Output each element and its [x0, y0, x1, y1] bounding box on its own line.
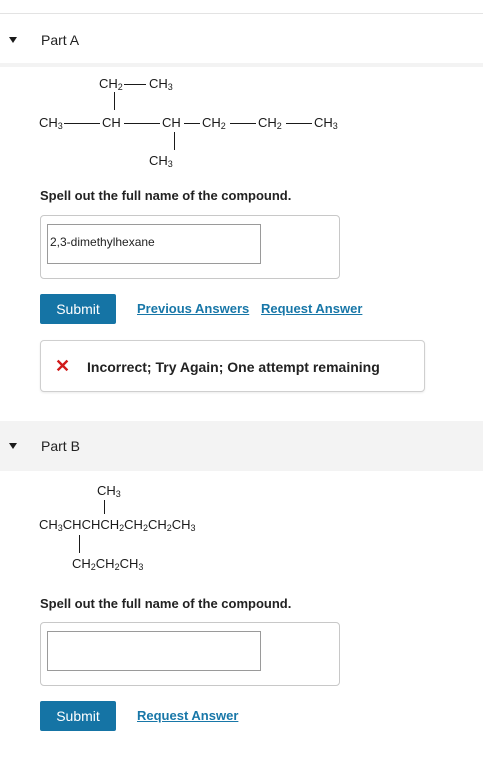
main-chain: CH3CHCHCH2CH2CH2CH3 — [39, 517, 196, 533]
part-b-request-answer-link[interactable]: Request Answer — [137, 708, 238, 723]
bond — [286, 123, 312, 124]
part-b-answer-input[interactable] — [47, 631, 261, 671]
substituent-methyl: CH3 — [149, 153, 173, 169]
chain-ch2-2: CH2 — [258, 115, 282, 131]
previous-answers-link[interactable]: Previous Answers — [137, 301, 249, 316]
bond — [124, 84, 146, 85]
chain-ch-2: CH — [162, 115, 181, 130]
bond — [230, 123, 256, 124]
part-a-answer-input[interactable]: 2,3-dimethylhexane — [47, 224, 261, 264]
chain-ch-1: CH — [102, 115, 121, 130]
part-a-request-answer-link[interactable]: Request Answer — [261, 301, 362, 316]
part-a-header[interactable]: Part A — [0, 14, 483, 64]
substituent-methyl: CH3 — [97, 483, 121, 499]
x-icon: ✕ — [55, 356, 71, 376]
substituent-ethyl: CH2 — [99, 76, 123, 92]
caret-down-icon[interactable] — [9, 443, 17, 449]
bond — [104, 500, 105, 514]
bond — [124, 123, 160, 124]
caret-down-icon[interactable] — [9, 37, 17, 43]
substituent-propyl: CH2CH2CH3 — [72, 556, 144, 572]
part-b-title: Part B — [41, 438, 80, 454]
part-a-title: Part A — [41, 32, 80, 48]
bond — [184, 123, 200, 124]
chain-ch3-end: CH3 — [314, 115, 338, 131]
part-b-prompt: Spell out the full name of the compound. — [40, 596, 292, 611]
part-a-prompt: Spell out the full name of the compound. — [40, 188, 292, 203]
chain-ch2-1: CH2 — [202, 115, 226, 131]
bond — [114, 92, 115, 110]
bond — [174, 132, 175, 150]
bond — [64, 123, 100, 124]
part-a-answer-box: 2,3-dimethylhexane — [40, 215, 340, 279]
part-b-submit-button[interactable]: Submit — [40, 701, 116, 731]
bond — [79, 535, 80, 553]
chain-ch3-start: CH3 — [39, 115, 63, 131]
feedback-text: Incorrect; Try Again; One attempt remain… — [87, 359, 380, 375]
part-a-submit-button[interactable]: Submit — [40, 294, 116, 324]
feedback-box: ✕ Incorrect; Try Again; One attempt rema… — [40, 340, 425, 392]
part-b-header[interactable]: Part B — [0, 421, 483, 471]
part-b-answer-box — [40, 622, 340, 686]
substituent-ethyl-end: CH3 — [149, 76, 173, 92]
part-a-band — [0, 63, 483, 67]
